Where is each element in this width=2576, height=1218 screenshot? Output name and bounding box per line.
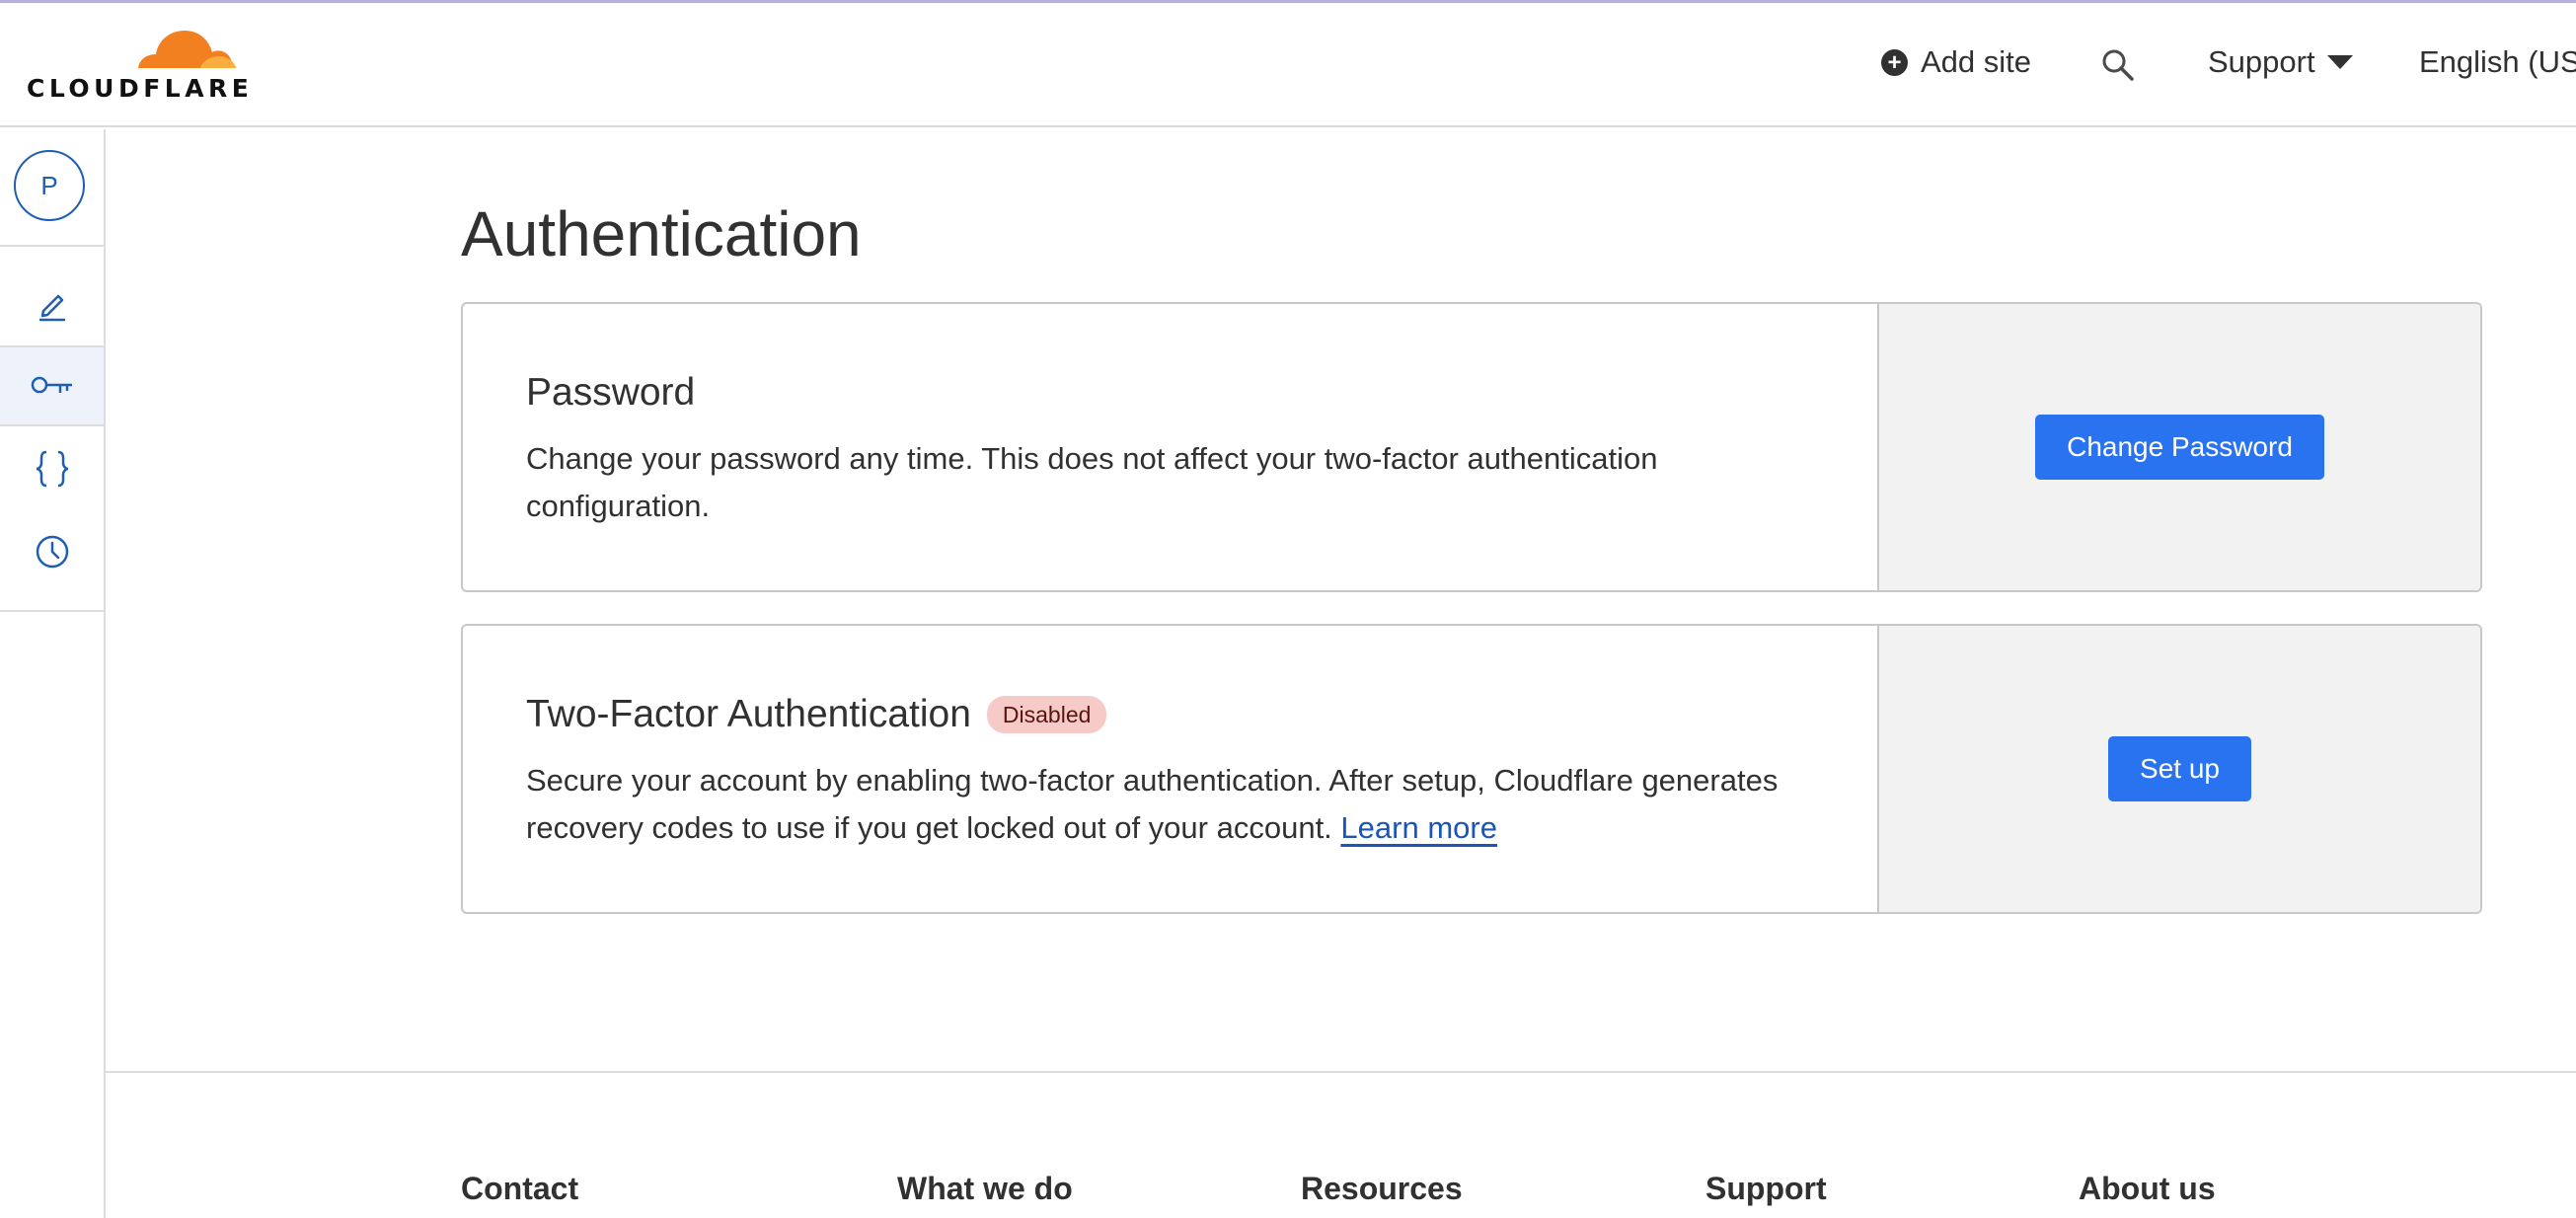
password-title-text: Password: [526, 371, 696, 414]
two-factor-card-body: Two-Factor Authentication Disabled Secur…: [463, 626, 1877, 912]
support-dropdown[interactable]: Support: [2208, 44, 2353, 80]
footer-heading-what-we-do: What we do: [897, 1171, 1073, 1206]
password-card-body: Password Change your password any time. …: [463, 304, 1877, 590]
page-title: Authentication: [461, 198, 862, 269]
cloud-logo-icon: [130, 31, 239, 72]
cloudflare-logo[interactable]: CLOUDFLARE: [27, 25, 249, 104]
footer-heading-resources: Resources: [1301, 1171, 1463, 1206]
braces-icon: [36, 450, 68, 488]
clock-icon: [36, 535, 68, 569]
avatar[interactable]: P: [14, 150, 85, 221]
logo-wordmark: CLOUDFLARE: [27, 74, 254, 103]
support-label: Support: [2208, 44, 2315, 79]
two-factor-card-title: Two-Factor Authentication Disabled: [526, 693, 1107, 736]
two-factor-card: Two-Factor Authentication Disabled Secur…: [461, 624, 2482, 914]
two-factor-card-action-panel: Set up: [1877, 626, 2480, 912]
two-factor-title-text: Two-Factor Authentication: [526, 693, 971, 735]
password-card: Password Change your password any time. …: [461, 302, 2482, 592]
password-card-description: Change your password any time. This does…: [526, 441, 1658, 523]
sidebar-divider: [0, 610, 106, 612]
sidebar-item-authentication[interactable]: [0, 345, 104, 426]
add-site-label: Add site: [1921, 44, 2032, 79]
sidebar-item-api-tokens[interactable]: [0, 428, 104, 509]
learn-more-link[interactable]: Learn more: [1340, 810, 1497, 845]
footer-heading-about-us: About us: [2079, 1171, 2216, 1206]
password-card-action-panel: Change Password: [1877, 304, 2480, 590]
set-up-button[interactable]: Set up: [2108, 736, 2251, 801]
plus-circle-icon: +: [1881, 48, 1908, 76]
edit-icon: [38, 294, 65, 322]
add-site-button[interactable]: + Add site: [1881, 44, 2031, 80]
search-icon: [2102, 49, 2134, 81]
two-factor-description-text: Secure your account by enabling two-fact…: [526, 763, 1779, 845]
top-header: CLOUDFLARE + Add site Support English (U…: [0, 3, 2576, 127]
change-password-button[interactable]: Change Password: [2035, 415, 2324, 480]
sidebar-item-profile[interactable]: [0, 265, 104, 345]
language-label: English (US: [2419, 44, 2576, 79]
two-factor-card-description: Secure your account by enabling two-fact…: [526, 757, 1809, 852]
key-icon: [31, 376, 72, 394]
password-card-title: Password: [526, 371, 695, 415]
status-badge: Disabled: [986, 696, 1107, 733]
left-sidebar: P: [0, 129, 106, 1218]
language-selector[interactable]: English (US: [2419, 44, 2576, 80]
search-button[interactable]: [2101, 48, 2135, 82]
sidebar-divider: [0, 245, 106, 247]
sidebar-item-sessions[interactable]: [0, 511, 104, 592]
footer-heading-contact: Contact: [461, 1171, 579, 1206]
footer-heading-support: Support: [1705, 1171, 1827, 1206]
footer-divider: [106, 1071, 2576, 1073]
caret-down-icon: [2326, 55, 2353, 69]
